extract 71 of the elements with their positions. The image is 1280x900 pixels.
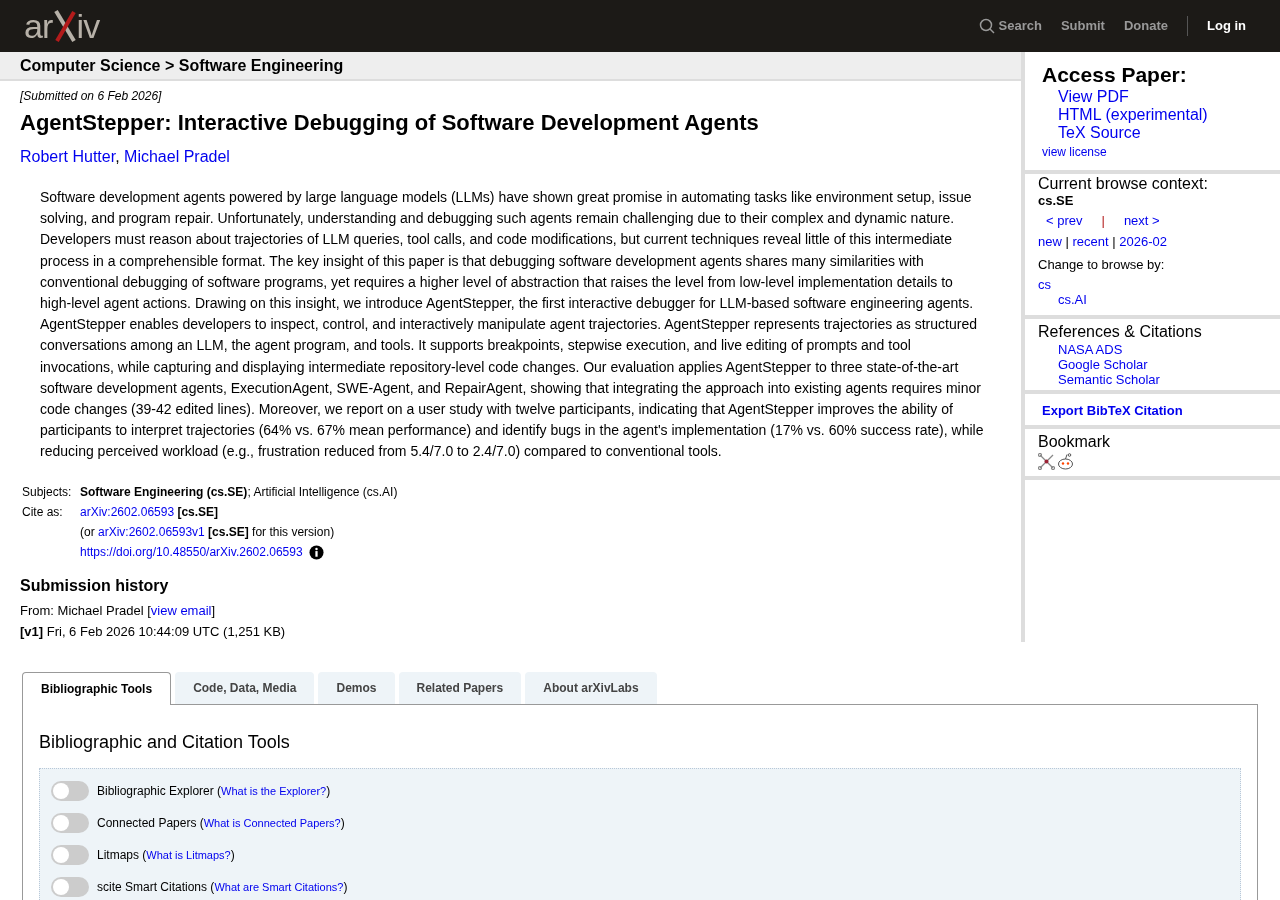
list-link[interactable]: recent [1072,231,1109,251]
browse-context-value: cs.SE [1038,193,1075,208]
next-link[interactable]: next > [1123,211,1160,231]
tool-info-link[interactable]: What are Smart Citations? [214,880,344,893]
citation-line: (or arXiv:2602.06593v1 [cs.SE] for this version) [80,524,336,540]
search-button[interactable]: Search [978,16,1042,36]
doi-link[interactable]: https://doi.org/10.48550/arXiv.2602.06593 [80,544,303,560]
nav-link[interactable]: Donate [1123,16,1168,36]
access-paper-heading: Access Paper: [1042,62,1188,88]
breadcrumb-bar: Computer Science > Software Engineering [0,52,1021,81]
list-separator: | [1111,232,1117,251]
list-separator: | [1064,232,1070,251]
list-link[interactable]: new [1038,231,1062,251]
change-browse-label: Change to browse by: [1038,256,1166,274]
network-icon[interactable] [1038,452,1055,470]
tool-label: Bibliographic Explorer (What is the Explorer?) [97,782,331,800]
tool-info-link[interactable]: What is Litmaps? [146,848,231,861]
tab[interactable]: About arXivLabs [525,671,657,704]
nav-separator: | [1101,212,1105,230]
search-icon [978,18,995,34]
author-link[interactable]: Michael Pradel [124,148,230,165]
prev-link[interactable]: < prev [1046,211,1083,231]
submission-history-heading: Submission history [20,575,170,596]
logo-text[interactable]: ar [24,9,53,43]
arxiv-id-link[interactable]: arXiv:2602.06593 [80,504,175,519]
logo-cross-icon[interactable] [52,8,77,44]
toggle-switch[interactable] [51,876,89,897]
browse-context-label: Current browse context: [1038,175,1209,193]
tab[interactable]: Bibliographic Tools [22,671,172,705]
license-link[interactable]: view license [1042,143,1280,161]
nav-link[interactable]: Submit [1060,16,1105,36]
category-link[interactable]: cs [1038,276,1280,292]
tab[interactable]: Demos [318,671,395,704]
toggle-switch[interactable] [51,780,89,801]
reference-link[interactable]: Semantic Scholar [1058,371,1280,387]
tab[interactable]: Related Papers [398,671,522,704]
author-link[interactable]: Robert Hutter [20,148,116,165]
author-separator: , [115,148,121,165]
cite-label: Cite as: [22,504,64,521]
submitted-date: [Submitted on 6 Feb 2026] [20,88,163,105]
reference-link[interactable]: Google Scholar [1058,356,1280,372]
arxiv-id-link[interactable]: arXiv:2602.06593v1 [98,524,205,539]
info-icon[interactable] [308,544,324,560]
subjects-label: Subjects: [22,484,73,500]
tool-label: Litmaps (What is Litmaps?) [97,846,235,864]
tab[interactable]: Code, Data, Media [175,671,315,704]
tool-info-link[interactable]: What is Connected Papers? [203,816,341,829]
access-link[interactable]: View PDF [1058,88,1280,106]
version-line: [v1] Fri, 6 Feb 2026 10:44:09 UTC (1,251 KB) [20,623,287,642]
paper-title: AgentStepper: Interactive Debugging of Software Development Agents [20,109,760,137]
access-link[interactable]: TeX Source [1058,124,1280,142]
login-link[interactable]: Log in [1207,16,1246,36]
from-line: From: Michael Pradel [view email] [20,601,217,620]
category-link[interactable]: cs.AI [1058,291,1280,307]
list-link[interactable]: 2026-02 [1119,231,1167,251]
subjects-text: Software Engineering (cs.SE); Artificial Intelligence (cs.AI) [80,484,399,500]
citation-line: arXiv:2602.06593 [cs.SE] [80,504,220,520]
tool-label: scite Smart Citations (What are Smart Citations?) [97,878,348,896]
bookmark-heading: Bookmark [1038,431,1112,452]
reference-link[interactable]: NASA ADS [1058,341,1280,357]
logo-text[interactable]: iv [76,9,100,43]
access-link[interactable]: HTML (experimental) [1058,106,1280,124]
alien-icon[interactable] [1057,452,1074,470]
references-heading: References & Citations [1038,321,1203,342]
abstract-text: Software development agents powered by large language models (LLMs) have shown great promise in automating tasks like environment setup, issue solving, and program repair. Unfortunately, understanding and debugging such agents remain challenging due to their complex and dynamic nature. Developers must reason about trajectories of LLM queries, tool calls, and code modifications, but current techniques reveal little of this intermediate process in a comprehensible format. The key insight of this paper is that debugging software development agents shares many similarities with conventional debugging of software programs, yet requires a higher level of abstraction that raises the level from low-level implementation details to high-level agent actions. Drawing on this insight, we introduce AgentStepper, the first interactive debugger for LLM-based software engineering agents. AgentStepper enables developers to inspect, control, and interactively manipulate agent trajectories. AgentStepper represents trajectories as structured conversations among an LLM, the agent program, and tools. It supports breakpoints, stepwise execution, and live editing of prompts and tool invocations, while capturing and displaying intermediate repository-level code changes. Our evaluation applies AgentStepper to three state-of-the-art software development agents, ExecutionAgent, SWE-Agent, and RepairAgent, showing that integrating the approach into existing agents requires minor code changes (39-42 edited lines). Moreover, we report on a user study with twelve participants, indicating that AgentStepper improves the ability of participants to interpret trajectories (64% vs. 67% mean performance) and identify bugs in the agent's implementation (17% vs. 60% success rate), while reducing perceived workload (e.g., frustration reduced from 5.4/7.0 to 2.4/7.0) compared to conventional tools. [40,188,985,462]
toggle-switch[interactable] [51,812,89,833]
tool-label: Connected Papers (What is Connected Papers?) [97,814,345,832]
tool-info-link[interactable]: What is the Explorer? [221,784,327,797]
export-bibtex-link[interactable]: Export BibTeX Citation [1042,402,1183,418]
toggle-switch[interactable] [51,844,89,865]
panel-heading: Bibliographic and Citation Tools [39,730,291,754]
